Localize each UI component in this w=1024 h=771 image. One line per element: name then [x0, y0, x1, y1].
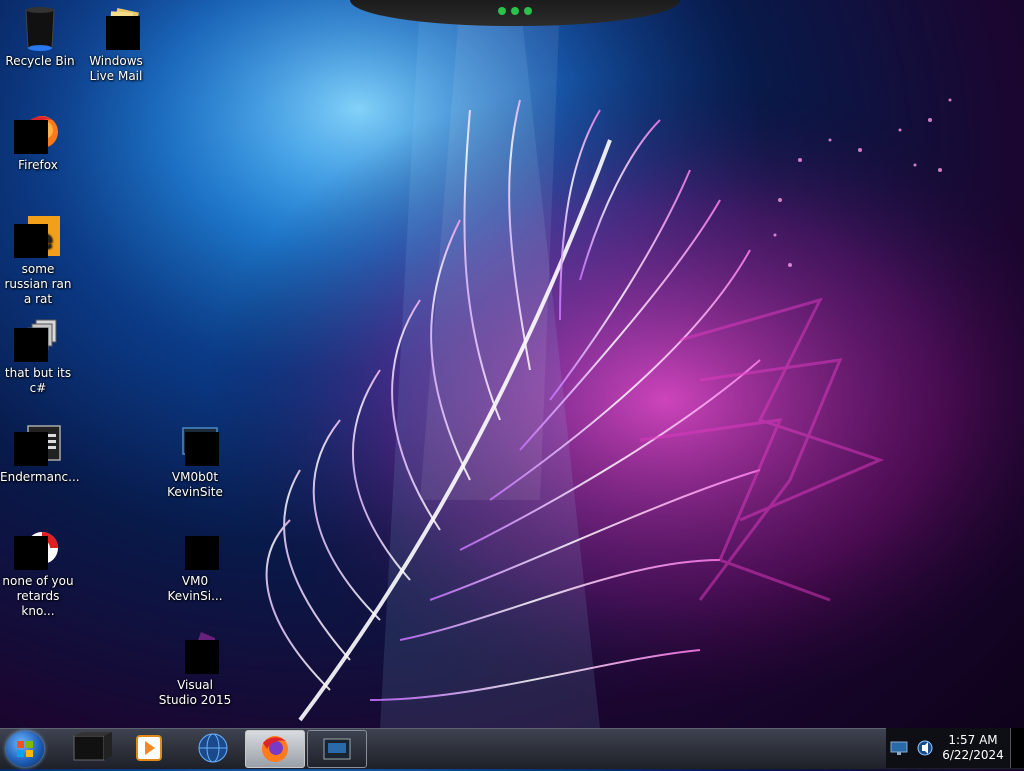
taskbar-app-firefox[interactable]	[245, 730, 305, 768]
show-desktop-button[interactable]	[1010, 728, 1024, 768]
firefox-icon	[14, 108, 62, 156]
start-button[interactable]	[6, 731, 44, 767]
clock-date: 6/22/2024	[942, 748, 1004, 762]
clock-time: 1:57 AM	[948, 733, 998, 747]
desktop-icon-some-russian-ran-a-rat[interactable]: e some russian ran a rat	[0, 212, 76, 307]
firefox-icon	[262, 736, 288, 762]
volume-icon[interactable]	[916, 739, 934, 757]
windows-live-mail-icon	[92, 4, 140, 52]
terminal-icon	[73, 732, 112, 761]
vm-app-icon	[171, 524, 219, 572]
monitor-app-icon	[171, 420, 219, 468]
desktop-icon-recycle-bin[interactable]: Recycle Bin	[2, 4, 78, 69]
desktop-icon-endermanc[interactable]: Endermanc...	[0, 420, 80, 485]
desktop-icon-label: Firefox	[18, 158, 58, 172]
desktop-icon-windows-live-mail[interactable]: Windows Live Mail	[78, 4, 154, 84]
desktop-icon-label: VM0 KevinSi...	[167, 574, 223, 603]
console-app-icon	[14, 420, 62, 468]
desktop-icon-none-of-you[interactable]: none of you retards kno...	[0, 524, 76, 619]
globe-icon	[198, 733, 228, 763]
desktop-icon-label: Recycle Bin	[5, 54, 75, 68]
taskbar-app-terminal[interactable]	[60, 730, 118, 766]
windows-logo-icon	[17, 741, 33, 757]
desktop-icon-label: VM0b0t KevinSite	[167, 470, 223, 499]
taskbar-app-media-player[interactable]	[120, 730, 178, 766]
desktop-icon-label: some russian ran a rat	[4, 262, 72, 306]
recycle-bin-icon	[16, 4, 64, 52]
taskbar	[0, 728, 1024, 769]
desktop-icon-label: that but its c#	[4, 366, 72, 395]
taskbar-app-window[interactable]	[307, 730, 367, 768]
desktop-icon-vm0b0t-kevinsite[interactable]: VM0b0t KevinSite	[157, 420, 233, 500]
red-circle-app-icon	[14, 524, 62, 572]
taskbar-app-globe[interactable]	[184, 730, 242, 766]
network-icon[interactable]	[890, 740, 908, 756]
desktop-icon-label: Endermanc...	[0, 470, 80, 484]
script-file-icon: e	[14, 212, 62, 260]
desktop-icon-that-but-its-csharp[interactable]: that but its c#	[0, 316, 76, 396]
desktop-icon-label: Visual Studio 2015	[158, 678, 232, 707]
media-player-icon	[136, 735, 162, 761]
status-lights	[498, 7, 532, 17]
window-app-icon	[323, 738, 351, 760]
desktop-icon-label: Windows Live Mail	[89, 54, 143, 83]
visual-studio-icon	[171, 628, 219, 676]
desktop-wallpaper	[0, 0, 1024, 728]
desktop-icon-label: none of you retards kno...	[2, 574, 74, 618]
stacked-windows-icon	[14, 316, 62, 364]
desktop-icon-vm0-kevinsi[interactable]: VM0 KevinSi...	[157, 524, 233, 604]
desktop-icon-visual-studio-2015[interactable]: Visual Studio 2015	[157, 628, 233, 708]
desktop-icon-firefox[interactable]: Firefox	[0, 108, 76, 173]
taskbar-clock[interactable]: 1:57 AM 6/22/2024	[940, 733, 1006, 763]
